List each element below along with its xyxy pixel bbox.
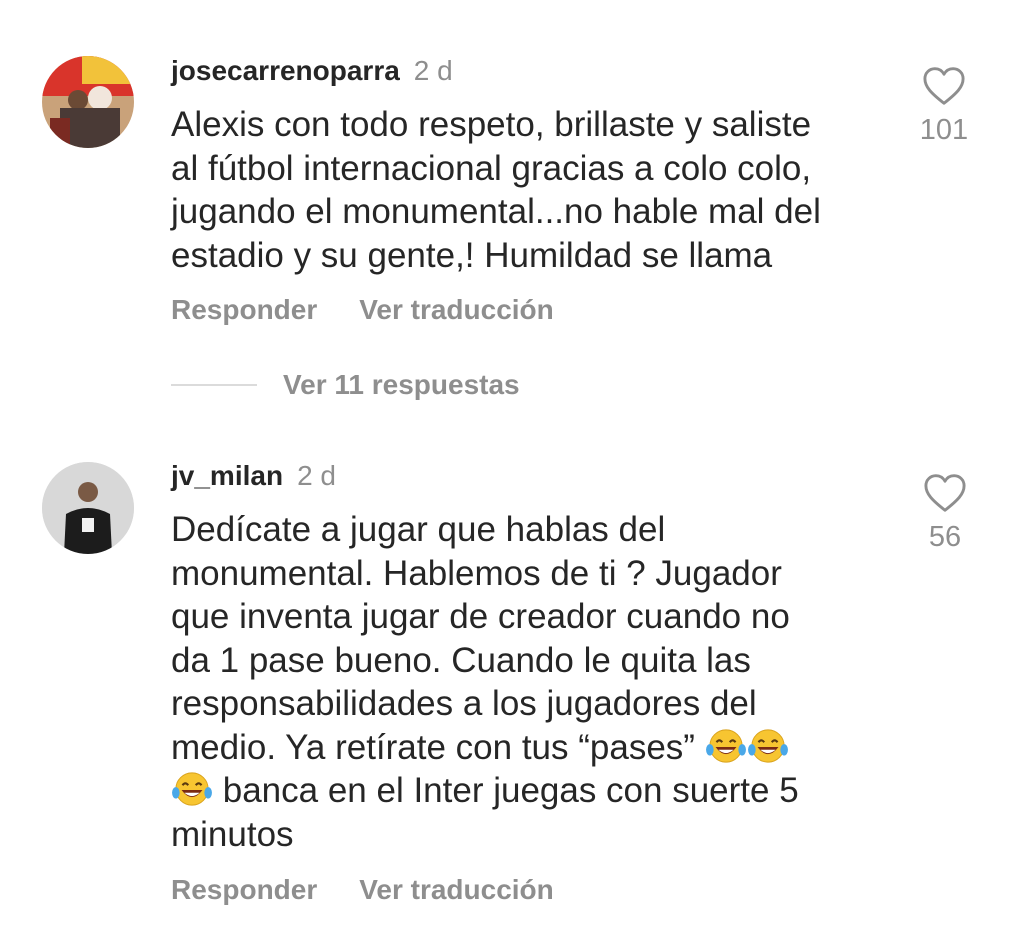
translate-button[interactable]: Ver traducción	[359, 874, 554, 905]
timestamp: 2 d	[297, 460, 336, 491]
laughing-tears-emoji-icon	[747, 728, 788, 763]
comment-line: Dedícate a jugar que hablas del	[171, 510, 666, 549]
like-count: 56	[928, 521, 962, 553]
like-button[interactable]: 56	[915, 473, 975, 554]
comment-line: monumental. Hablemos de ti ? Jugador	[171, 553, 782, 593]
comment-line: da 1 pase bueno. Cuando le quita las	[171, 640, 751, 680]
comment-actions: Responder Ver traducción	[171, 294, 554, 326]
comment-line: banca en el Inter juegas con suerte 5	[171, 769, 871, 813]
laughing-tears-emoji-icon	[172, 772, 212, 806]
view-replies-label[interactable]: Ver 11 respuestas	[283, 369, 520, 401]
comment-actions: Responder Ver traducción	[171, 874, 554, 906]
heart-outline-icon[interactable]	[923, 473, 967, 513]
like-count: 101	[919, 114, 969, 146]
avatar[interactable]	[42, 462, 134, 554]
comment-line: que inventa jugar de creador cuando no	[171, 597, 790, 636]
reply-button[interactable]: Responder	[171, 874, 317, 905]
like-button[interactable]: 101	[914, 66, 974, 147]
comment-line: medio. Ya retírate con tus “pases”	[171, 726, 871, 770]
heart-outline-icon[interactable]	[922, 66, 966, 106]
username[interactable]: josecarrenoparra	[171, 55, 400, 86]
comment-line: responsabilidades a los jugadores del	[171, 684, 757, 723]
comment-line: minutos	[171, 814, 294, 854]
translate-button[interactable]: Ver traducción	[359, 294, 554, 325]
laughing-tears-emoji-icon	[705, 728, 746, 763]
comment-line-text: banca en el Inter juegas con suerte 5	[222, 771, 799, 810]
view-replies[interactable]: Ver 11 respuestas	[171, 368, 520, 402]
username[interactable]: jv_milan	[171, 460, 283, 491]
replies-divider	[171, 384, 257, 386]
comment-text: Dedícate a jugar que hablas del monument…	[171, 508, 871, 856]
avatar[interactable]	[42, 56, 134, 148]
comment-header: josecarrenoparra 2 d	[171, 54, 453, 88]
timestamp: 2 d	[413, 55, 453, 86]
comment-header: jv_milan 2 d	[171, 459, 336, 493]
comment-text: Alexis con todo respeto, brillaste y sal…	[171, 105, 821, 275]
comment-line-text: medio. Ya retírate con tus “pases”	[171, 727, 695, 767]
reply-button[interactable]: Responder	[171, 294, 317, 325]
